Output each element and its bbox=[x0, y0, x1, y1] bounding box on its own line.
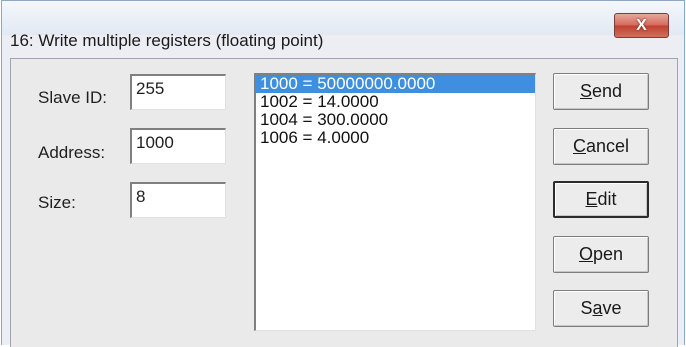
size-input[interactable]: 8 bbox=[130, 182, 226, 218]
window-title: 16: Write multiple registers (floating p… bbox=[10, 31, 324, 50]
dialog-client-area: Slave ID: 255 Address: 1000 Size: 8 1000… bbox=[10, 58, 678, 347]
close-icon: X bbox=[636, 16, 647, 34]
list-item[interactable]: 1002 = 14.0000 bbox=[256, 93, 535, 111]
list-item[interactable]: 1006 = 4.0000 bbox=[256, 129, 535, 147]
slave-id-label: Slave ID: bbox=[38, 88, 107, 107]
title-bar[interactable]: 16: Write multiple registers (floating p… bbox=[2, 1, 684, 50]
address-input[interactable]: 1000 bbox=[130, 128, 226, 164]
dialog-window: 16: Write multiple registers (floating p… bbox=[1, 0, 685, 347]
send-mnemonic: S bbox=[579, 81, 592, 101]
save-button[interactable]: Sa ve bbox=[553, 290, 649, 327]
cancel-button[interactable]: Cancel bbox=[553, 128, 649, 165]
save-label-post: ve bbox=[602, 298, 622, 318]
address-label: Address: bbox=[38, 143, 106, 162]
send-label-rest: end bbox=[591, 81, 623, 101]
open-mnemonic: O bbox=[578, 244, 593, 264]
edit-button[interactable]: Edit bbox=[553, 181, 649, 218]
edit-mnemonic: E bbox=[585, 189, 598, 209]
cancel-label-rest: ancel bbox=[585, 136, 630, 156]
edit-label-rest: dit bbox=[597, 189, 617, 209]
open-label-rest: pen bbox=[592, 244, 624, 264]
slave-id-input[interactable]: 255 bbox=[130, 74, 226, 110]
send-button[interactable]: Send bbox=[553, 73, 649, 110]
cancel-mnemonic: C bbox=[572, 136, 586, 156]
close-button[interactable]: X bbox=[614, 13, 669, 38]
size-label: Size: bbox=[38, 193, 76, 212]
list-item[interactable]: 1000 = 50000000.0000 bbox=[256, 75, 535, 93]
list-item[interactable]: 1004 = 300.0000 bbox=[256, 111, 535, 129]
open-button[interactable]: Open bbox=[553, 236, 649, 273]
save-label-pre: S bbox=[580, 298, 593, 318]
register-values-list[interactable]: 1000 = 50000000.0000 1002 = 14.0000 1004… bbox=[254, 73, 536, 331]
save-mnemonic: a bbox=[592, 298, 603, 318]
